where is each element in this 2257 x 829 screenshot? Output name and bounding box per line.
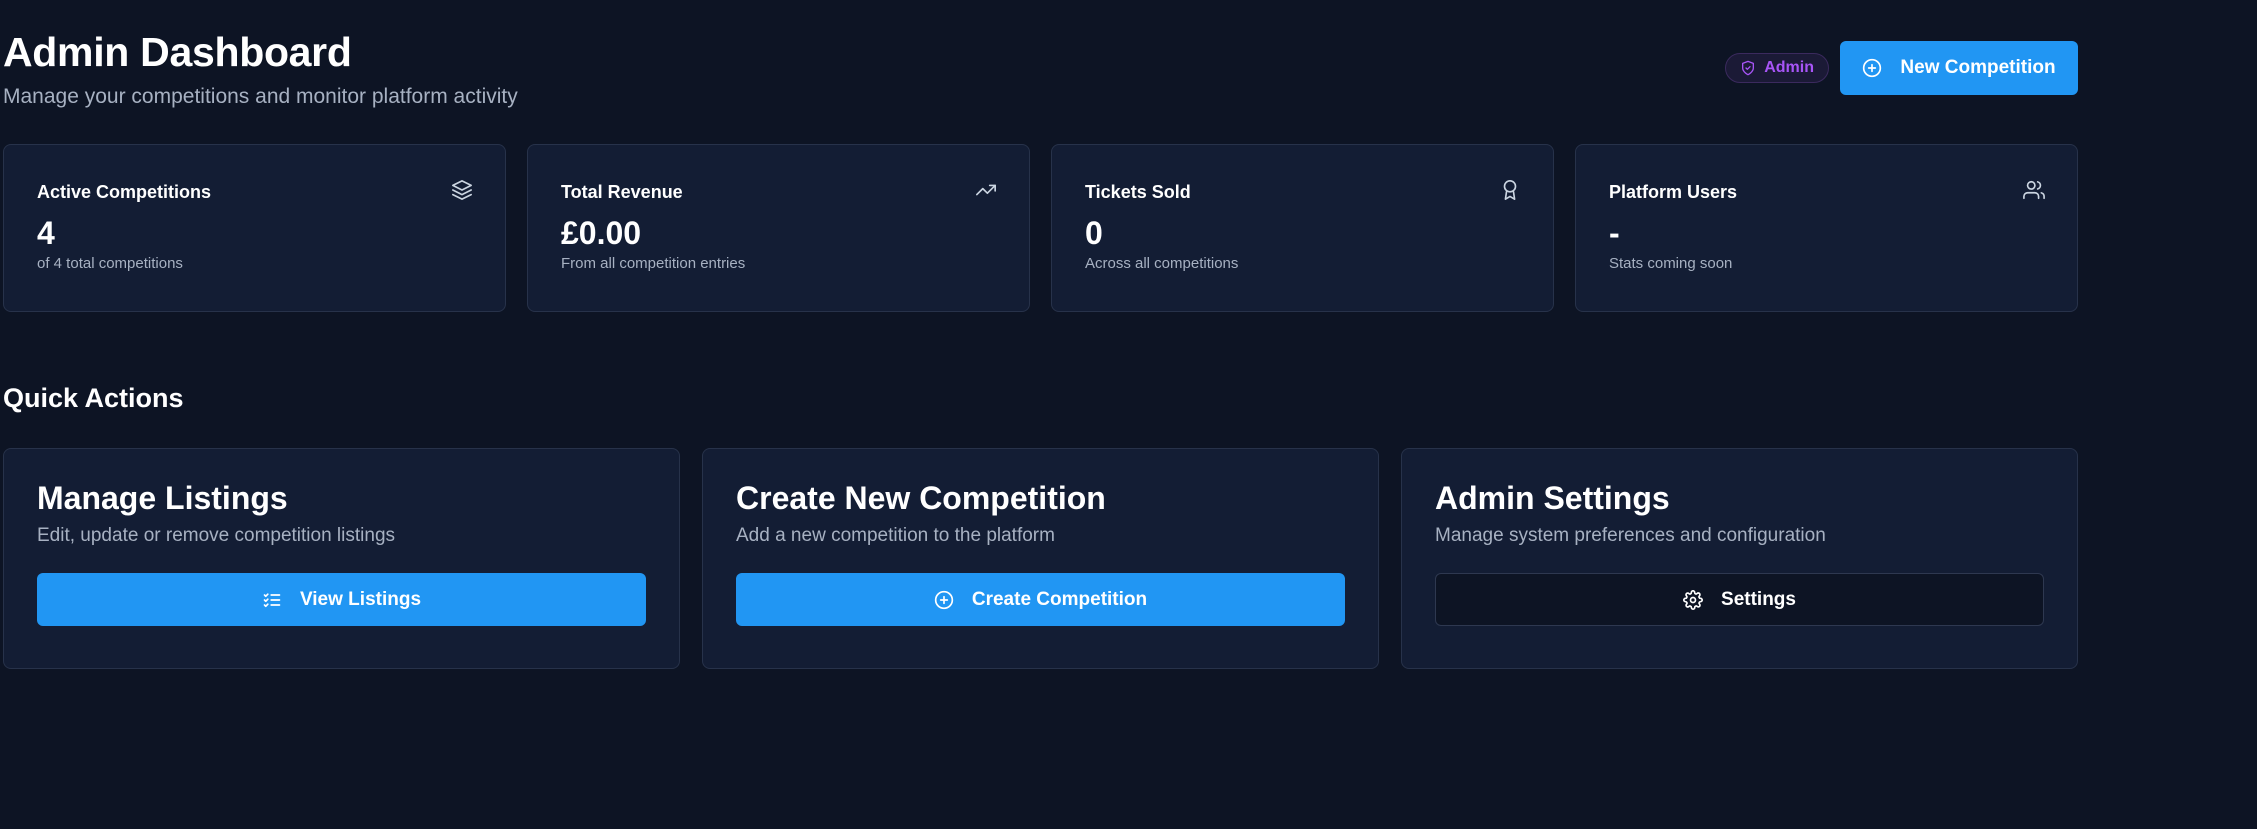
stat-label: Total Revenue <box>561 182 683 202</box>
award-icon <box>1503 180 1517 200</box>
stat-card-platform-users: Platform Users - Stats coming soon <box>1575 144 2078 312</box>
quick-actions-row: Manage Listings Edit, update or remove c… <box>3 448 2078 669</box>
stat-card-active-competitions: Active Competitions 4 of 4 total competi… <box>3 144 506 312</box>
create-competition-label: Create Competition <box>971 588 1148 610</box>
action-description: Edit, update or remove competition listi… <box>37 525 396 546</box>
quick-actions-title: Quick Actions <box>3 383 184 413</box>
stat-label: Platform Users <box>1609 182 1738 202</box>
action-card-admin-settings: Admin Settings Manage system preferences… <box>1401 448 2078 669</box>
shield-check-icon <box>1742 60 1755 76</box>
settings-label: Settings <box>1721 588 1796 610</box>
admin-badge: Admin <box>1725 53 1829 83</box>
stat-card-tickets-sold: Tickets Sold 0 Across all competitions <box>1051 144 1554 312</box>
admin-badge-label: Admin <box>1764 59 1814 76</box>
stat-label: Tickets Sold <box>1085 182 1191 202</box>
new-competition-label: New Competition <box>1900 57 2056 78</box>
trending-up-icon <box>976 184 996 196</box>
new-competition-button[interactable]: New Competition <box>1840 41 2078 95</box>
stat-value: 4 <box>37 215 55 251</box>
header-actions: Admin New Competition <box>1725 41 2078 95</box>
stat-value: - <box>1609 215 1620 251</box>
action-title: Manage Listings <box>37 480 288 516</box>
stat-note: of 4 total competitions <box>37 255 183 272</box>
stat-card-total-revenue: Total Revenue £0.00 From all competition… <box>527 144 1030 312</box>
action-title: Admin Settings <box>1435 480 1670 516</box>
layers-icon <box>452 180 472 200</box>
stat-value: 0 <box>1085 215 1103 251</box>
action-description: Add a new competition to the platform <box>736 525 1055 546</box>
action-card-manage-listings: Manage Listings Edit, update or remove c… <box>3 448 680 669</box>
stat-note: Across all competitions <box>1085 255 1239 272</box>
create-competition-button[interactable]: Create Competition <box>736 573 1345 626</box>
view-listings-label: View Listings <box>299 588 422 610</box>
stat-label: Active Competitions <box>37 182 212 202</box>
stats-row: Active Competitions 4 of 4 total competi… <box>3 144 2078 312</box>
stat-note: Stats coming soon <box>1609 255 1733 272</box>
stat-value: £0.00 <box>561 215 642 251</box>
admin-dashboard-page: Admin Dashboard Manage your competitions… <box>0 0 2257 829</box>
list-checks-icon <box>263 592 281 607</box>
view-listings-button[interactable]: View Listings <box>37 573 646 626</box>
stat-note: From all competition entries <box>561 255 746 272</box>
action-card-create-competition: Create New Competition Add a new competi… <box>702 448 1379 669</box>
plus-circle-icon <box>934 590 954 609</box>
action-description: Manage system preferences and configurat… <box>1435 525 1826 546</box>
page-header: Admin Dashboard Manage your competitions… <box>3 26 2078 108</box>
action-title: Create New Competition <box>736 480 1106 516</box>
plus-circle-icon <box>1863 58 1882 78</box>
settings-button[interactable]: Settings <box>1435 573 2044 626</box>
users-icon <box>2023 180 2045 200</box>
gear-icon <box>1683 589 1703 610</box>
